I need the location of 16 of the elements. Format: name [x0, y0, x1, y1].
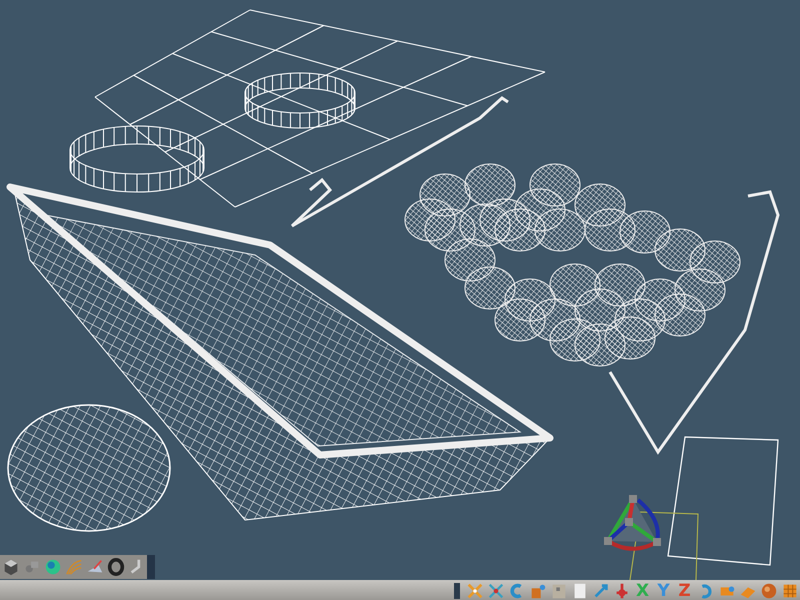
ball-icon — [760, 582, 778, 600]
grid-icon — [780, 582, 798, 600]
tool-button[interactable] — [106, 556, 126, 578]
sphere-icon — [44, 558, 62, 576]
axis-gizmo-icon — [604, 495, 661, 551]
cube-icon — [2, 558, 20, 576]
move-icon — [466, 582, 484, 600]
axis-toggle-button[interactable]: X — [632, 580, 652, 600]
dock-handle[interactable] — [147, 555, 155, 579]
panel-icon — [550, 582, 568, 600]
axis-toggle-button[interactable]: Y — [654, 580, 674, 600]
ring-icon — [106, 558, 124, 576]
spline-icon — [64, 558, 82, 576]
toolbar-grip[interactable] — [454, 583, 460, 599]
axis-toggle-button[interactable]: Z — [674, 580, 694, 600]
scale-icon — [486, 582, 504, 600]
